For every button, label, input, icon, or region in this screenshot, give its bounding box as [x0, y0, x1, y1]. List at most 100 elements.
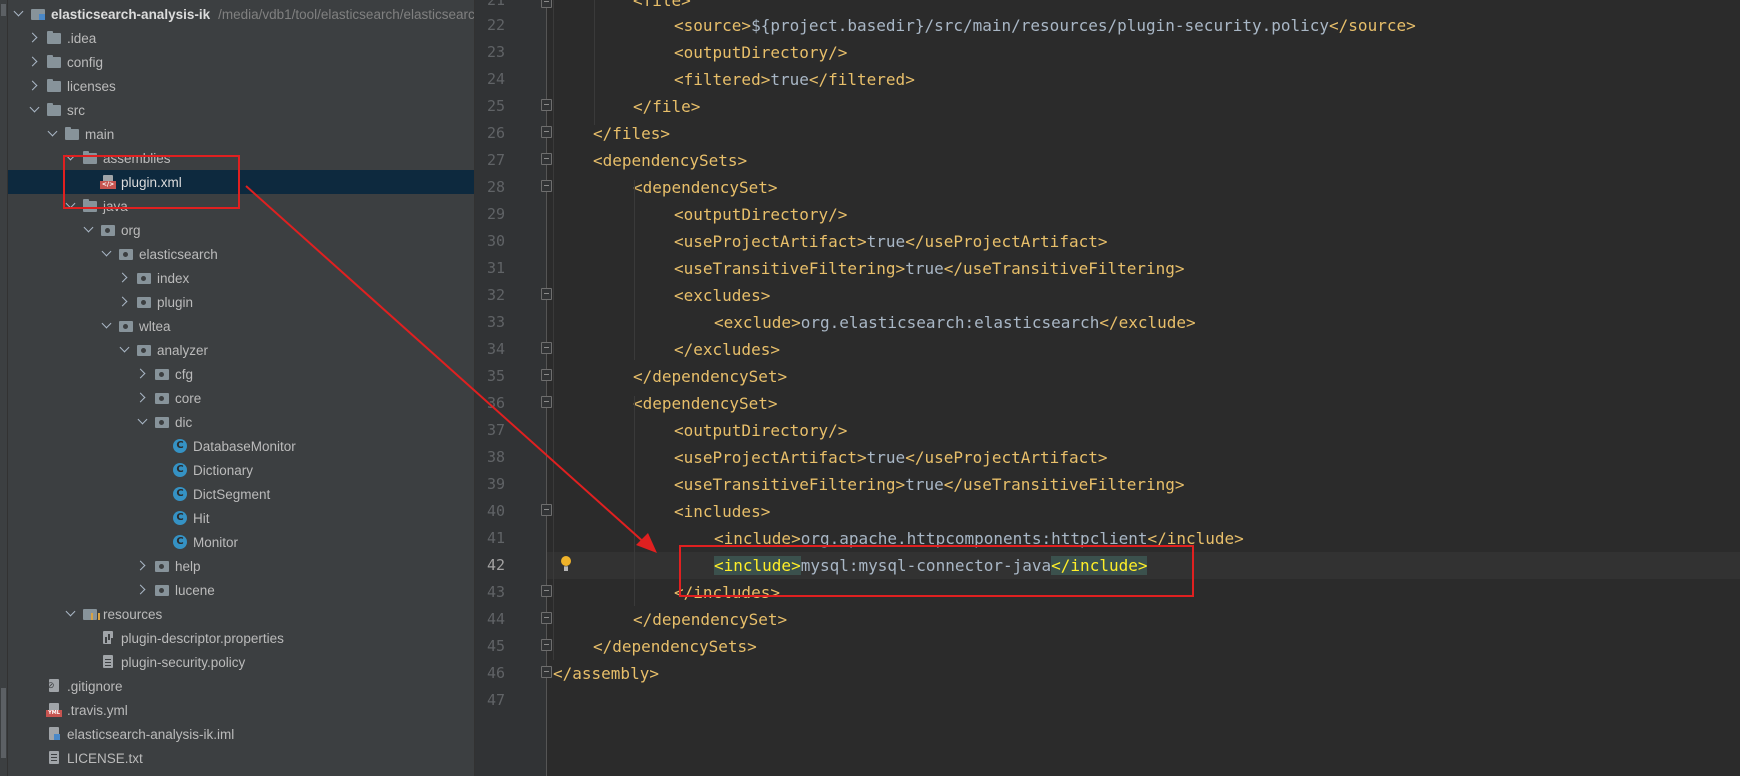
code-line[interactable]: <outputDirectory/>	[553, 417, 847, 444]
tree-item-src[interactable]: src	[8, 98, 474, 122]
structure-tool-tab[interactable]	[1, 688, 6, 758]
code-line[interactable]: </includes>	[553, 579, 780, 606]
code-line[interactable]: <include>org.apache.httpcomponents:httpc…	[553, 525, 1244, 552]
fold-marker-icon[interactable]	[541, 585, 552, 597]
chevron-down-icon[interactable]	[118, 343, 132, 357]
tree-item-config[interactable]: config	[8, 50, 474, 74]
chevron-down-icon[interactable]	[64, 151, 78, 165]
line-number[interactable]: 35	[475, 363, 505, 390]
chevron-right-icon[interactable]	[136, 391, 150, 405]
tree-item-databasemonitor[interactable]: DatabaseMonitor	[8, 434, 474, 458]
line-number[interactable]: 33	[475, 309, 505, 336]
line-number[interactable]: 22	[475, 12, 505, 39]
line-number[interactable]: 43	[475, 579, 505, 606]
chevron-right-icon[interactable]	[118, 271, 132, 285]
chevron-down-icon[interactable]	[136, 415, 150, 429]
tree-item-plugin-security[interactable]: plugin-security.policy	[8, 650, 474, 674]
line-number[interactable]: 28	[475, 174, 505, 201]
line-number[interactable]: 26	[475, 120, 505, 147]
tree-item-dictionary[interactable]: Dictionary	[8, 458, 474, 482]
tree-item-iml[interactable]: elasticsearch-analysis-ik.iml	[8, 722, 474, 746]
line-number[interactable]: 39	[475, 471, 505, 498]
line-number-current[interactable]: 42	[475, 552, 505, 579]
line-number[interactable]: 44	[475, 606, 505, 633]
line-number[interactable]: 38	[475, 444, 505, 471]
tree-item-wltea[interactable]: wltea	[8, 314, 474, 338]
code-line[interactable]: <dependencySet>	[553, 390, 778, 417]
line-number[interactable]: 30	[475, 228, 505, 255]
tree-item-travis[interactable]: .travis.yml	[8, 698, 474, 722]
tree-item-lucene[interactable]: lucene	[8, 578, 474, 602]
fold-marker-icon[interactable]	[541, 612, 552, 624]
line-number[interactable]: 40	[475, 498, 505, 525]
chevron-down-icon[interactable]	[64, 199, 78, 213]
fold-marker-icon[interactable]	[541, 396, 552, 408]
chevron-down-icon[interactable]	[64, 607, 78, 621]
code-line[interactable]: <includes>	[553, 498, 770, 525]
chevron-right-icon[interactable]	[136, 559, 150, 573]
tree-item-hit[interactable]: Hit	[8, 506, 474, 530]
chevron-down-icon[interactable]	[12, 7, 26, 21]
code-line[interactable]: </file>	[553, 93, 700, 120]
tree-item-core[interactable]: core	[8, 386, 474, 410]
tree-item-dictsegment[interactable]: DictSegment	[8, 482, 474, 506]
code-line[interactable]: <dependencySet>	[553, 174, 778, 201]
chevron-right-icon[interactable]	[28, 79, 42, 93]
code-line[interactable]: <dependencySets>	[553, 147, 747, 174]
fold-marker-icon[interactable]	[541, 666, 552, 678]
line-number[interactable]: 23	[475, 39, 505, 66]
tree-item-resources[interactable]: resources	[8, 602, 474, 626]
lightbulb-icon[interactable]	[559, 556, 573, 573]
code-line[interactable]: <exclude>org.elasticsearch:elasticsearch…	[553, 309, 1196, 336]
tree-item-gitignore[interactable]: .gitignore	[8, 674, 474, 698]
fold-marker-icon[interactable]	[541, 504, 552, 516]
chevron-down-icon[interactable]	[100, 319, 114, 333]
code-line[interactable]: <useTransitiveFiltering>true</useTransit…	[553, 471, 1185, 498]
tree-item-dic[interactable]: dic	[8, 410, 474, 434]
fold-marker-icon[interactable]	[541, 342, 552, 354]
tree-item-plugin-descriptor[interactable]: plugin-descriptor.properties	[8, 626, 474, 650]
tree-item-org[interactable]: org	[8, 218, 474, 242]
fold-marker-icon[interactable]	[541, 0, 552, 8]
fold-marker-icon[interactable]	[541, 153, 552, 165]
tree-item-plugin-xml[interactable]: plugin.xml	[8, 170, 474, 194]
line-number[interactable]: 45	[475, 633, 505, 660]
code-line[interactable]: <excludes>	[553, 282, 770, 309]
line-number[interactable]: 29	[475, 201, 505, 228]
line-number[interactable]: 36	[475, 390, 505, 417]
tree-item-cfg[interactable]: cfg	[8, 362, 474, 386]
chevron-right-icon[interactable]	[28, 31, 42, 45]
code-line[interactable]: <filtered>true</filtered>	[553, 66, 915, 93]
line-number[interactable]: 24	[475, 66, 505, 93]
tree-item-help[interactable]: help	[8, 554, 474, 578]
line-number[interactable]: 47	[475, 687, 505, 714]
code-line[interactable]: </dependencySet>	[553, 606, 787, 633]
line-number[interactable]: 41	[475, 525, 505, 552]
code-line[interactable]: <useTransitiveFiltering>true</useTransit…	[553, 255, 1185, 282]
tree-item-elasticsearch[interactable]: elasticsearch	[8, 242, 474, 266]
tree-item-analyzer[interactable]: analyzer	[8, 338, 474, 362]
code-line[interactable]: <useProjectArtifact>true</useProjectArti…	[553, 228, 1107, 255]
chevron-down-icon[interactable]	[82, 223, 96, 237]
tree-item-plugin[interactable]: plugin	[8, 290, 474, 314]
project-tool-tab[interactable]	[1, 4, 6, 16]
tree-item-java[interactable]: java	[8, 194, 474, 218]
tree-root[interactable]: elasticsearch-analysis-ik /media/vdb1/to…	[8, 2, 474, 26]
chevron-down-icon[interactable]	[46, 127, 60, 141]
tree-item-idea[interactable]: .idea	[8, 26, 474, 50]
tree-item-index[interactable]: index	[8, 266, 474, 290]
line-number[interactable]: 32	[475, 282, 505, 309]
fold-marker-icon[interactable]	[541, 180, 552, 192]
code-line[interactable]: <useProjectArtifact>true</useProjectArti…	[553, 444, 1107, 471]
code-line[interactable]: <outputDirectory/>	[553, 201, 847, 228]
tree-item-licenses[interactable]: licenses	[8, 74, 474, 98]
code-line[interactable]: <outputDirectory/>	[553, 39, 847, 66]
code-line[interactable]: </assembly>	[553, 660, 659, 687]
fold-marker-icon[interactable]	[541, 288, 552, 300]
line-number[interactable]: 46	[475, 660, 505, 687]
chevron-right-icon[interactable]	[136, 583, 150, 597]
tree-item-assemblies[interactable]: assemblies	[8, 146, 474, 170]
code-line[interactable]: </files>	[553, 120, 670, 147]
tree-item-monitor[interactable]: Monitor	[8, 530, 474, 554]
fold-marker-icon[interactable]	[541, 369, 552, 381]
